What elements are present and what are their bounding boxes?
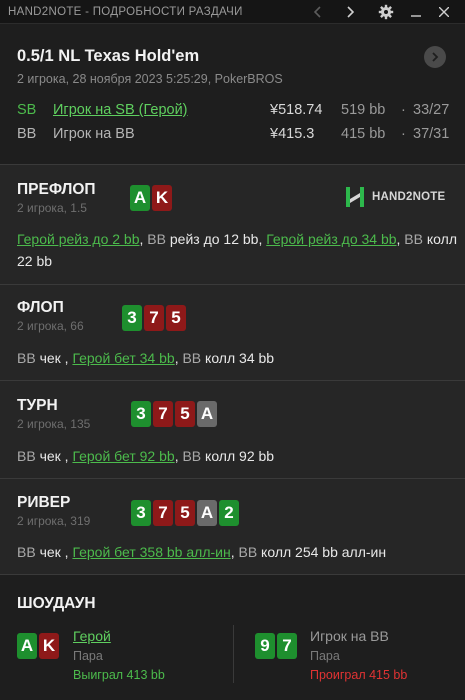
hand2note-logo: HAND2NOTE bbox=[344, 185, 445, 209]
card-5: 5 bbox=[175, 401, 195, 427]
action-hero[interactable]: Герой рейз до 34 bb bbox=[266, 231, 396, 247]
showdown-title: ШОУДАУН bbox=[17, 595, 96, 612]
gear-icon[interactable] bbox=[374, 0, 398, 24]
card-a: A bbox=[197, 401, 217, 427]
street-actions: BB чек , Герой бет 92 bb, BB колл 92 bb bbox=[17, 445, 457, 467]
player-stack-bb: 519 bb bbox=[341, 102, 386, 118]
action-text: колл 92 bb bbox=[201, 448, 275, 464]
street-subtitle: 2 игрока, 319 bbox=[17, 514, 91, 528]
street-subtitle: 2 игрока, 66 bbox=[17, 319, 84, 333]
window-title: HAND2NOTE - ПОДРОБНОСТИ РАЗДАЧИ bbox=[8, 6, 243, 18]
board-cards: 375A2 bbox=[131, 500, 239, 526]
action-hero[interactable]: Герой рейз до 2 bb bbox=[17, 231, 140, 247]
street-title: РИВЕР bbox=[17, 494, 71, 511]
showdown-section: ШОУДАУН AK Герой Пара Выиграл 413 bb 97 … bbox=[0, 575, 465, 700]
stat-separator: · bbox=[401, 102, 406, 118]
card-a: A bbox=[197, 500, 217, 526]
street-title: ТУРН bbox=[17, 397, 58, 414]
action-player: BB bbox=[147, 231, 166, 247]
card-9: 9 bbox=[255, 633, 275, 659]
card-3: 3 bbox=[131, 401, 151, 427]
chevron-left-icon[interactable] bbox=[306, 0, 330, 24]
street-subtitle: 2 игрока, 1.5 bbox=[17, 201, 87, 215]
street-river: РИВЕР 2 игрока, 319 375A2 BB чек , Герой… bbox=[0, 479, 465, 575]
board-cards: 375 bbox=[122, 305, 186, 331]
player-name-hero[interactable]: Игрок на SB (Герой) bbox=[53, 102, 188, 118]
card-k: K bbox=[39, 633, 59, 659]
player-stats: 33/27 bbox=[413, 102, 450, 118]
action-player: BB bbox=[400, 231, 423, 247]
player-position: BB bbox=[17, 126, 37, 142]
logo-text: HAND2NOTE bbox=[372, 191, 446, 203]
street-title: ФЛОП bbox=[17, 299, 64, 316]
hand-title: 0.5/1 NL Texas Hold'em bbox=[17, 47, 200, 65]
showdown-villain-name[interactable]: Игрок на BB bbox=[310, 628, 389, 644]
showdown-hero-name[interactable]: Герой bbox=[73, 628, 111, 644]
card-a: A bbox=[130, 185, 150, 211]
showdown-divider bbox=[233, 625, 234, 683]
street-actions: BB чек , Герой бет 358 bb алл-ин, BB кол… bbox=[17, 541, 457, 563]
close-icon[interactable] bbox=[432, 0, 456, 24]
board-cards: 375A bbox=[131, 401, 217, 427]
villain-showdown-cards: 97 bbox=[255, 633, 297, 659]
showdown-hero-result: Выиграл 413 bb bbox=[73, 668, 165, 682]
action-text: чек , bbox=[35, 544, 73, 560]
action-text: колл 34 bb bbox=[201, 350, 275, 366]
street-actions: BB чек , Герой бет 34 bb, BB колл 34 bb bbox=[17, 347, 457, 369]
player-name-villain[interactable]: Игрок на BB bbox=[53, 126, 135, 142]
showdown-hero-hand: Пара bbox=[73, 649, 103, 663]
action-hero[interactable]: Герой бет 34 bb bbox=[72, 350, 174, 366]
showdown-villain-hand: Пара bbox=[310, 649, 340, 663]
card-3: 3 bbox=[131, 500, 151, 526]
chevron-right-icon bbox=[432, 52, 439, 62]
action-player: BB bbox=[17, 448, 36, 464]
player-row-bb: BB Игрок на BB ¥415.3 415 bb · 37/31 bbox=[0, 126, 465, 146]
card-7: 7 bbox=[153, 401, 173, 427]
card-7: 7 bbox=[144, 305, 164, 331]
street-turn: ТУРН 2 игрока, 135 375A BB чек , Герой б… bbox=[0, 381, 465, 479]
street-title: ПРЕФЛОП bbox=[17, 181, 96, 198]
action-text: рейз до 12 bb, bbox=[165, 231, 267, 247]
hand-subtitle: 2 игрока, 28 ноября 2023 5:25:29, PokerB… bbox=[17, 72, 283, 86]
chevron-right-icon[interactable] bbox=[338, 0, 362, 24]
street-subtitle: 2 игрока, 135 bbox=[17, 417, 91, 431]
player-position: SB bbox=[17, 102, 37, 118]
action-hero[interactable]: Герой бет 92 bb bbox=[72, 448, 174, 464]
hero-showdown-cards: AK bbox=[17, 633, 59, 659]
stat-separator: · bbox=[401, 126, 406, 142]
card-k: K bbox=[152, 185, 172, 211]
card-5: 5 bbox=[166, 305, 186, 331]
action-text: чек , bbox=[35, 448, 73, 464]
card-5: 5 bbox=[175, 500, 195, 526]
player-stack: ¥415.3 bbox=[270, 126, 315, 142]
street-actions: Герой рейз до 2 bb, BB рейз до 12 bb, Ге… bbox=[17, 228, 457, 272]
action-hero[interactable]: Герой бет 358 bb алл-ин bbox=[72, 544, 230, 560]
hand2note-logo-icon bbox=[346, 187, 364, 207]
street-preflop: ПРЕФЛОП 2 игрока, 1.5 AK HAND2NOTE Герой… bbox=[0, 165, 465, 285]
action-text: чек , bbox=[35, 350, 73, 366]
minimize-icon[interactable] bbox=[404, 0, 428, 24]
card-2: 2 bbox=[219, 500, 239, 526]
card-7: 7 bbox=[153, 500, 173, 526]
action-player: BB bbox=[182, 448, 202, 464]
action-player: BB bbox=[17, 544, 36, 560]
showdown-villain-result: Проиграл 415 bb bbox=[310, 668, 408, 682]
player-stats: 37/31 bbox=[413, 126, 450, 142]
next-hand-button[interactable] bbox=[424, 46, 446, 68]
card-7: 7 bbox=[277, 633, 297, 659]
street-flop: ФЛОП 2 игрока, 66 375 BB чек , Герой бет… bbox=[0, 285, 465, 381]
player-stack-bb: 415 bb bbox=[341, 126, 386, 142]
card-a: A bbox=[17, 633, 37, 659]
action-player: BB bbox=[238, 544, 258, 560]
action-player: BB bbox=[182, 350, 202, 366]
hand-info-section: 0.5/1 NL Texas Hold'em 2 игрока, 28 нояб… bbox=[0, 24, 465, 165]
player-stack: ¥518.74 bbox=[270, 102, 323, 118]
card-3: 3 bbox=[122, 305, 142, 331]
window-titlebar: HAND2NOTE - ПОДРОБНОСТИ РАЗДАЧИ bbox=[0, 0, 465, 24]
action-player: BB bbox=[17, 350, 36, 366]
player-row-sb: SB Игрок на SB (Герой) ¥518.74 519 bb · … bbox=[0, 102, 465, 122]
hero-hole-cards: AK bbox=[130, 185, 172, 211]
action-text: колл 254 bb алл-ин bbox=[257, 544, 387, 560]
